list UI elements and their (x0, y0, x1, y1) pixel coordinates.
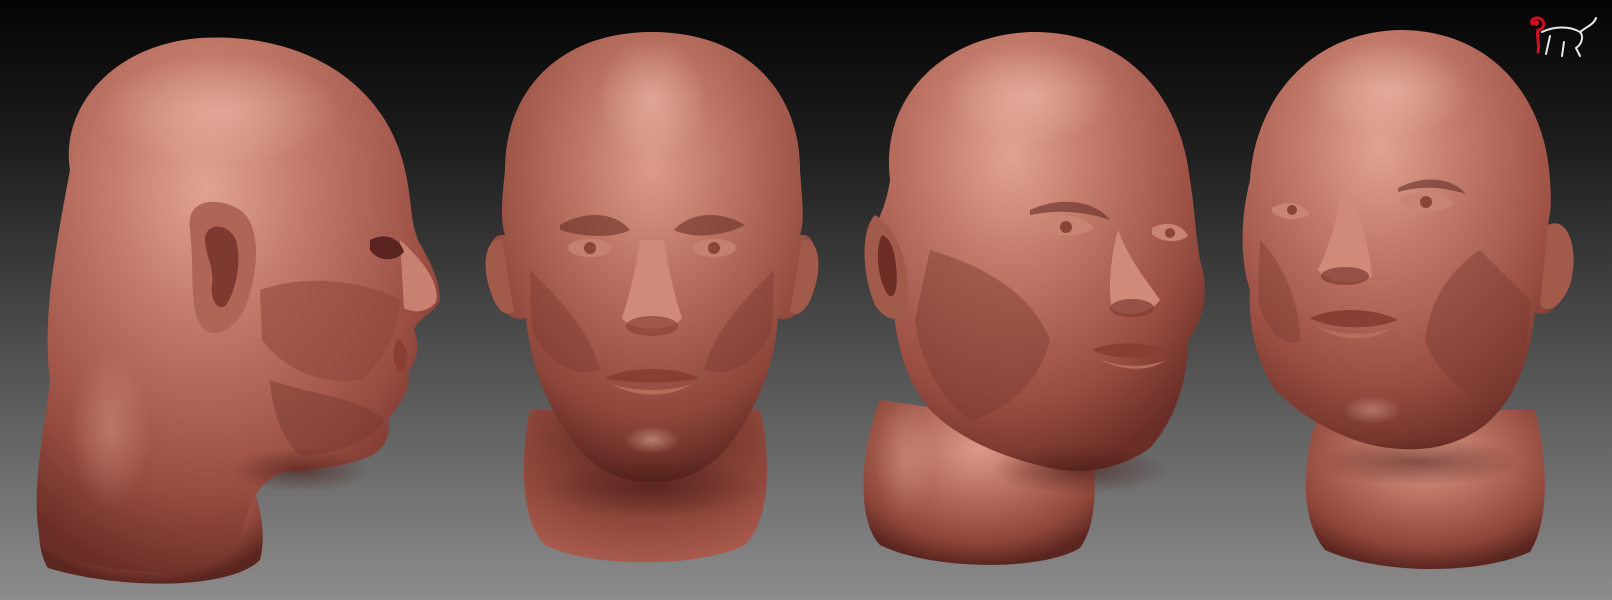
sculpt-render (0, 0, 1612, 600)
render-canvas (0, 0, 1612, 600)
monkey-logo-icon (1524, 14, 1598, 58)
